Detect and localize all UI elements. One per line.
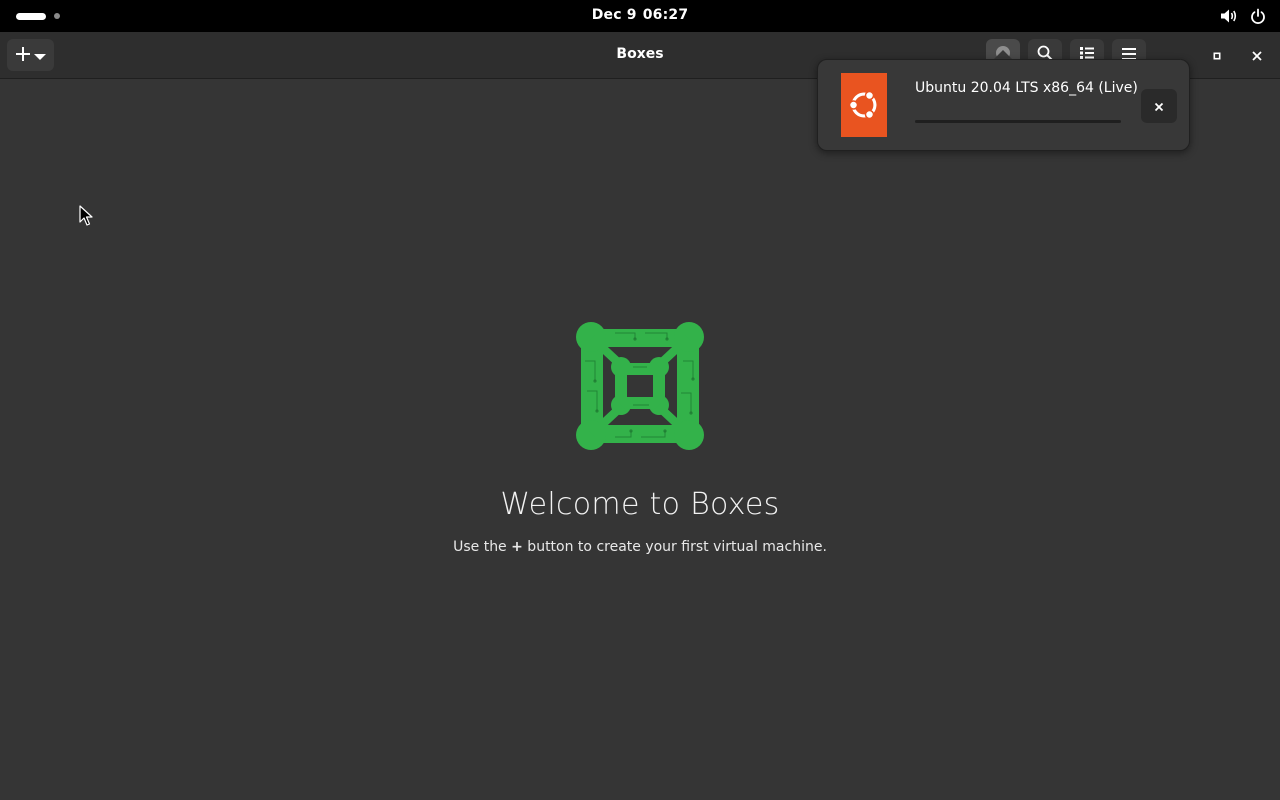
system-menu[interactable] (1220, 6, 1266, 26)
mouse-pointer-icon (79, 205, 93, 231)
date-time-menu[interactable]: Dec 9 06:27 (0, 0, 1280, 32)
downloads-popover: Ubuntu 20.04 LTS x86_64 (Live) (817, 59, 1190, 151)
cancel-download-button[interactable] (1141, 89, 1177, 123)
time-label: 06:27 (642, 7, 689, 23)
close-icon (1154, 97, 1164, 116)
hint-plus-symbol: + (511, 539, 523, 555)
date-label: Dec 9 (591, 7, 637, 23)
system-top-bar: Dec 9 06:27 (0, 0, 1280, 32)
welcome-hint: Use the + button to create your first vi… (0, 539, 1280, 555)
boxes-logo-icon (575, 321, 705, 451)
download-progress-bar (915, 120, 1121, 123)
close-window-button[interactable] (1245, 43, 1269, 67)
volume-icon (1220, 8, 1238, 24)
maximize-button[interactable] (1205, 43, 1229, 67)
welcome-heading: Welcome to Boxes (500, 487, 780, 522)
hint-text-before: Use the (453, 539, 512, 555)
hint-text-after: button to create your first virtual mach… (522, 539, 827, 555)
close-icon (1252, 46, 1262, 65)
maximize-icon (1212, 46, 1222, 65)
ubuntu-logo-icon (841, 73, 887, 137)
power-icon (1250, 8, 1266, 24)
download-title: Ubuntu 20.04 LTS x86_64 (Live) (915, 80, 1138, 96)
